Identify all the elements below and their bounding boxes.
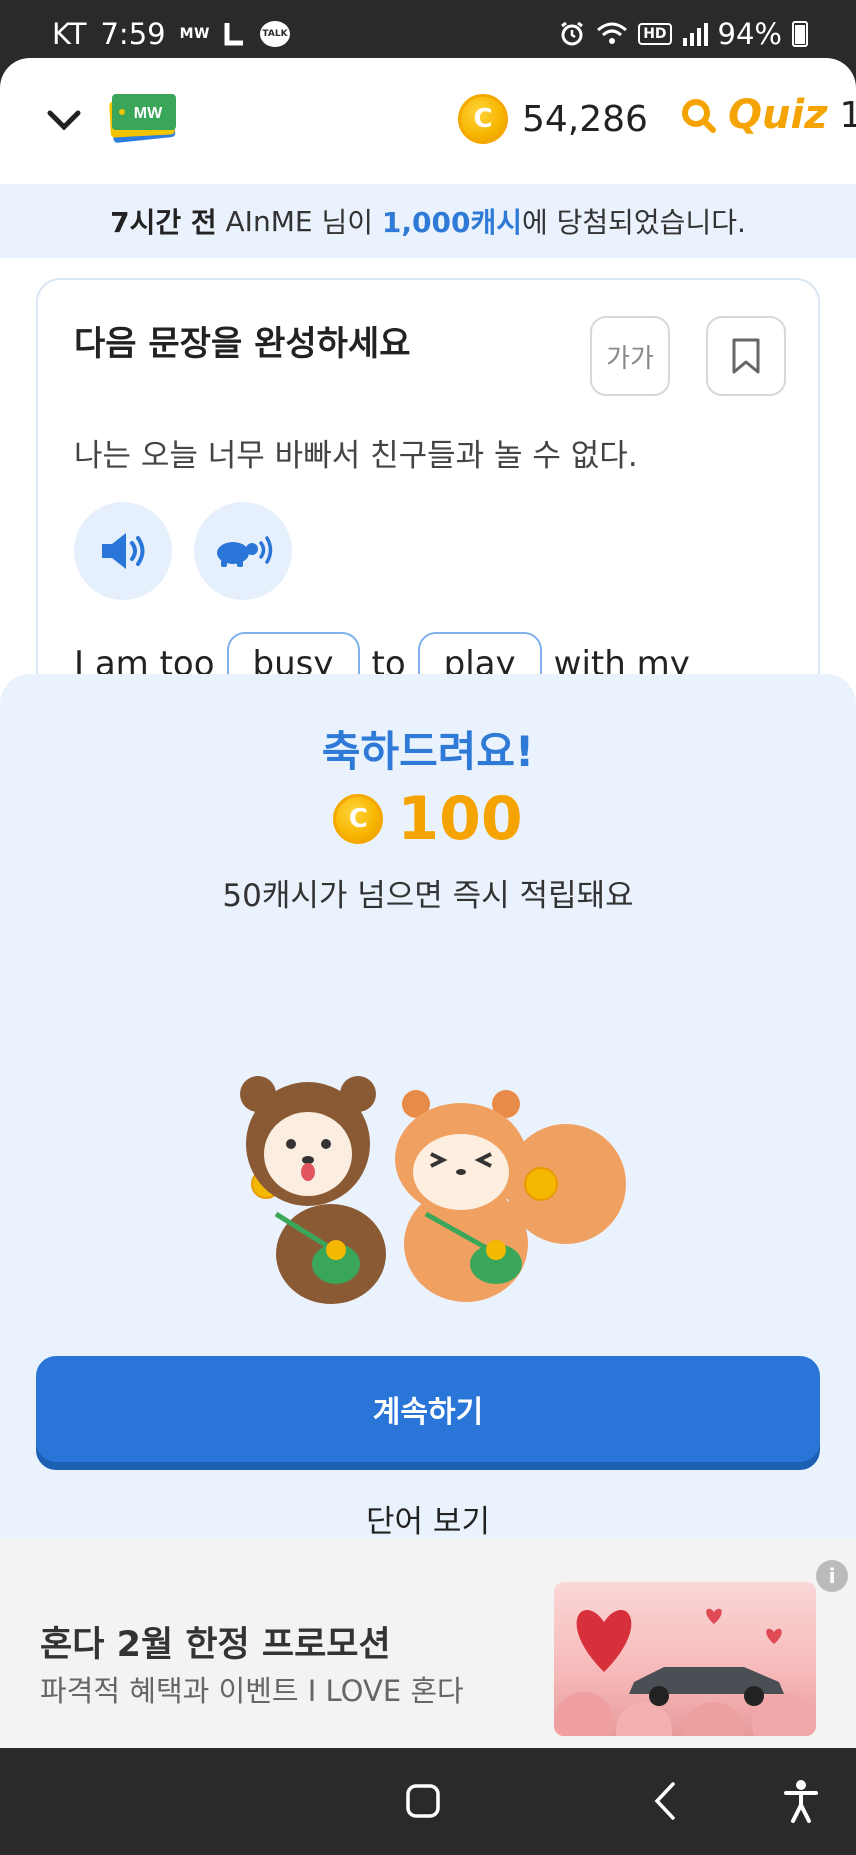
- reward-note: 50캐시가 넘으면 즉시 적립돼요: [222, 878, 634, 914]
- quiz-label: Quiz: [728, 92, 828, 138]
- top-bar: MW C 54,286 Quiz 1: [0, 58, 856, 183]
- app-window: MW C 54,286 Quiz 1 7시간 전 AInME 님이 1,000캐…: [0, 58, 856, 1748]
- ad-title: 혼다 2월 한정 프로모션: [40, 1625, 391, 1665]
- ad-image: [554, 1582, 816, 1736]
- notice-user-suffix: 님이: [321, 206, 373, 239]
- question-title: 다음 문장을 완성하세요: [74, 324, 411, 364]
- home-button[interactable]: [398, 1776, 448, 1826]
- play-audio-button[interactable]: [74, 502, 172, 600]
- alarm-icon: [561, 21, 584, 46]
- view-words-link[interactable]: 단어 보기: [0, 1496, 856, 1541]
- logo-text: MW: [134, 105, 163, 122]
- winner-notice-banner: 7시간 전 AInME 님이 1,000캐시 에 당첨되었습니다.: [0, 184, 856, 258]
- hd-voice-icon: HD: [638, 23, 672, 45]
- ad-subtitle: 파격적 혜택과 이벤트 I LOVE 혼다: [40, 1674, 464, 1708]
- bookmark-icon: [732, 338, 760, 374]
- battery-percent: 94%: [717, 17, 782, 51]
- bookmark-button[interactable]: [706, 316, 786, 396]
- wifi-icon: [597, 22, 628, 44]
- kakaotalk-notification-icon: TALK: [259, 21, 290, 47]
- reward-amount-row: C 100: [0, 784, 856, 854]
- quiz-counter[interactable]: Quiz 1: [680, 92, 856, 138]
- play-slow-audio-button[interactable]: [194, 502, 292, 600]
- battery-icon: [792, 21, 808, 47]
- ad-banner[interactable]: 혼다 2월 한정 프로모션 파격적 혜택과 이벤트 I LOVE 혼다 i: [0, 1538, 856, 1748]
- chevron-down-icon: [47, 110, 81, 131]
- line-notification-icon: [224, 23, 243, 46]
- korean-sentence: 나는 오늘 너무 바빠서 친구들과 놀 수 없다.: [74, 438, 638, 474]
- continue-button[interactable]: 계속하기: [36, 1356, 820, 1462]
- coin-icon: C: [458, 94, 508, 144]
- quiz-magnifier-icon: [682, 99, 716, 133]
- quiz-count: 1: [839, 94, 856, 136]
- coin-balance-value: 54,286: [522, 98, 648, 140]
- carrier-label: KT: [52, 17, 87, 51]
- signal-icon: [682, 23, 708, 46]
- ad-info-icon[interactable]: i: [816, 1560, 848, 1592]
- notice-amount: 1,000캐시: [381, 206, 522, 239]
- mascot-illustration: [240, 1076, 626, 1304]
- notice-suffix: 에 당첨되었습니다.: [521, 206, 746, 239]
- coin-balance[interactable]: C 54,286: [458, 94, 648, 144]
- system-nav-bar: [0, 1748, 856, 1855]
- coin-icon: C: [333, 794, 384, 844]
- turtle-speaker-icon: [217, 536, 273, 567]
- back-button[interactable]: [640, 1776, 690, 1826]
- app-logo: MW: [108, 92, 180, 146]
- reward-popup: 축하드려요! C 100 50캐시가 넘으면 즉시 적립돼요 계속하기 단어 보…: [0, 674, 856, 1564]
- clock: 7:59: [100, 17, 166, 51]
- reward-amount: 100: [397, 784, 523, 854]
- collapse-button[interactable]: [42, 98, 86, 142]
- accessibility-button[interactable]: [776, 1776, 826, 1826]
- phone-screen: KT 7:59 MW TALK HD 94% MW C 54,286 Quiz …: [0, 0, 856, 1855]
- font-size-button[interactable]: 가가: [590, 316, 670, 396]
- back-chevron-icon: [654, 1782, 675, 1820]
- mw-notification-icon: MW: [179, 26, 210, 42]
- notice-time: 7시간 전: [110, 206, 217, 239]
- notice-user: AInME: [225, 204, 313, 238]
- home-square-icon: [406, 1784, 440, 1818]
- congrats-title: 축하드려요!: [321, 727, 535, 776]
- speaker-icon: [102, 533, 145, 569]
- accessibility-icon: [784, 1780, 818, 1823]
